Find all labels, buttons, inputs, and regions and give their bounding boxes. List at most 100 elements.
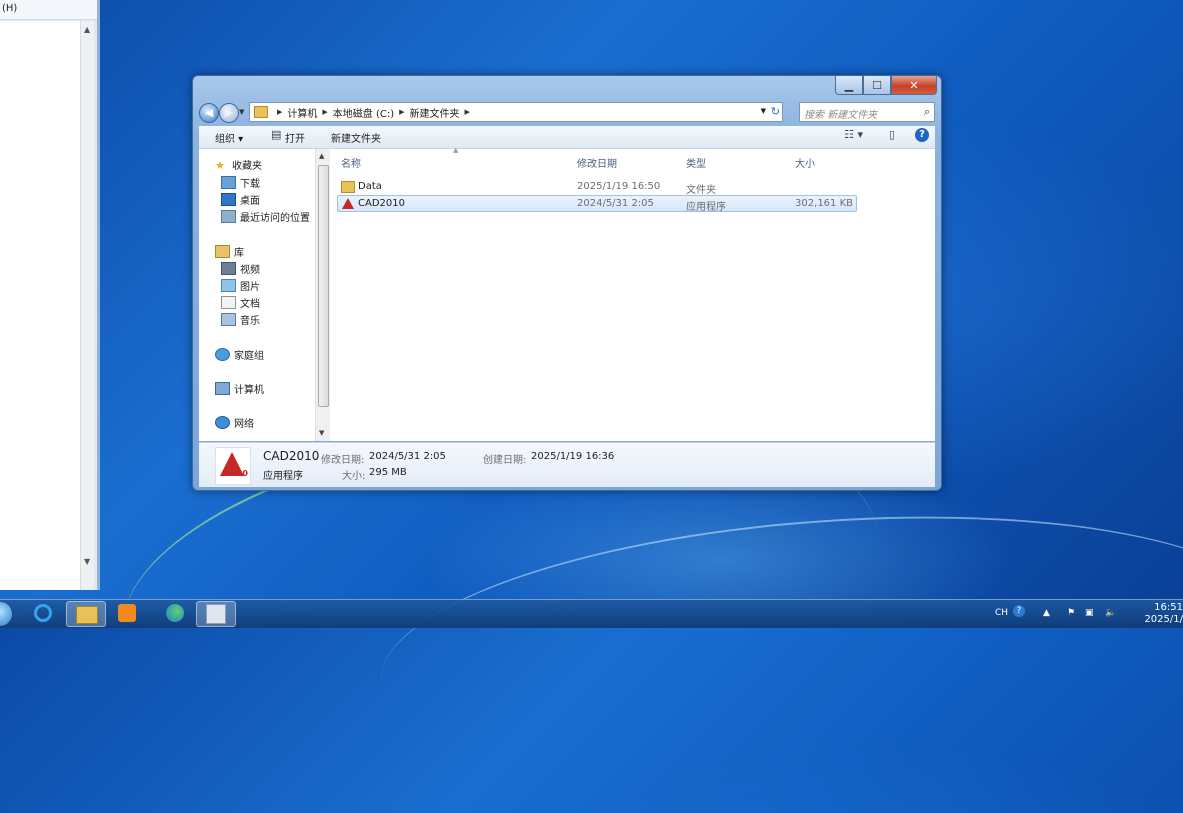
breadcrumb-drive-c[interactable]: 本地磁盘 (C:) [333,105,394,120]
open-icon[interactable]: ▤ [271,128,281,141]
scroll-up-icon[interactable]: ▲ [319,152,324,160]
taskbar: CH ? ▲ ⚑ ▣ 🔈 16:51 2025/1/ [0,599,1183,628]
file-size: 302,161 KB [795,198,853,209]
column-modified[interactable]: 修改日期 [577,155,617,170]
nav-desktop-label: 桌面 [240,196,260,207]
autocad-icon: 2010 [215,447,251,485]
media-player-icon[interactable] [118,604,136,622]
search-input[interactable]: 搜索 新建文件夹 ⌕ [799,102,935,122]
details-filetype: 应用程序 [263,471,303,482]
nav-downloads[interactable]: 下载 [221,175,260,190]
details-created-label: 创建日期: [483,455,527,466]
refresh-icon[interactable]: ↻ [771,105,780,118]
nav-homegroup[interactable]: 家庭组 [215,347,264,362]
close-button[interactable]: ✕ [891,76,937,95]
nav-libraries[interactable]: 库 [215,244,244,259]
open-button[interactable]: 打开 [285,130,305,145]
edge-icon[interactable] [166,604,184,622]
file-explorer-icon[interactable] [76,606,98,624]
column-name[interactable]: 名称 [341,155,361,170]
music-library-icon [221,313,236,326]
file-row-data[interactable]: Data 2025/1/19 16:50 文件夹 [337,178,857,196]
nav-network[interactable]: 网络 [215,415,254,430]
volume-icon[interactable]: 🔈 [1105,608,1116,618]
explorer-window[interactable]: ▁ ☐ ✕ ◀ ▶ ▼ ▶ 计算机 ▶ 本地磁盘 (C:) ▶ 新建文件夹 ▶ … [192,75,942,491]
libraries-icon [215,245,230,258]
chevron-right-icon[interactable]: ▶ [322,108,327,116]
window-caption-buttons: ▁ ☐ ✕ [835,76,937,95]
file-type: 文件夹 [686,185,716,196]
background-window[interactable]: (H) ▲ ▼ [0,0,100,590]
nav-documents[interactable]: 文档 [221,295,260,310]
action-center-flag-icon[interactable]: ⚑ [1067,608,1075,618]
clock[interactable]: 16:51 2025/1/ [1143,602,1183,626]
chevron-right-icon[interactable]: ▶ [399,108,404,116]
address-dropdown-icon[interactable]: ▼ [761,107,766,115]
network-icon [215,416,230,429]
folder-icon [254,106,268,118]
navigation-pane-scrollbar[interactable]: ▲ ▼ [315,149,330,441]
nav-music[interactable]: 音乐 [221,312,260,327]
column-size[interactable]: 大小 [795,155,815,170]
start-button[interactable] [0,602,12,626]
notepad-icon[interactable] [206,604,226,624]
chevron-right-icon[interactable]: ▶ [277,108,282,116]
breadcrumb[interactable]: ▶ 计算机 ▶ 本地磁盘 (C:) ▶ 新建文件夹 ▶ ▼ ↻ [249,102,783,122]
column-type[interactable]: 类型 [686,155,706,170]
scroll-thumb[interactable] [318,165,329,407]
nav-computer[interactable]: 计算机 [215,381,264,396]
nav-desktop[interactable]: 桌面 [221,192,260,207]
star-icon: ★ [215,159,225,172]
picture-library-icon [221,279,236,292]
search-icon[interactable]: ⌕ [924,105,930,119]
back-button[interactable]: ◀ [199,103,219,123]
file-row-cad2010[interactable]: CAD2010 2024/5/31 2:05 应用程序 302,161 KB [337,195,857,213]
help-icon[interactable]: ? [915,128,929,142]
nav-videos-label: 视频 [240,265,260,276]
file-modified: 2025/1/19 16:50 [577,181,661,192]
new-folder-button[interactable]: 新建文件夹 [331,130,381,145]
view-options-icon[interactable]: ☷ ▾ [844,128,863,141]
scroll-down-icon[interactable]: ▼ [84,557,90,566]
homegroup-icon [215,348,230,361]
scroll-up-icon[interactable]: ▲ [84,25,90,34]
breadcrumb-new-folder[interactable]: 新建文件夹 [410,105,460,120]
breadcrumb-computer[interactable]: 计算机 [287,105,317,120]
command-bar: 组织 ▾ ▤ 打开 新建文件夹 ☷ ▾ ▯ ? [199,126,935,149]
desktop-icon [221,193,236,206]
background-window-scrollbar[interactable]: ▲ ▼ [80,21,94,590]
address-row: ◀ ▶ ▼ ▶ 计算机 ▶ 本地磁盘 (C:) ▶ 新建文件夹 ▶ ▼ ↻ 搜索… [199,102,935,124]
recent-pages-dropdown-icon[interactable]: ▼ [239,108,244,116]
details-size-value: 295 MB [369,467,407,478]
recent-places-icon [221,210,236,223]
video-library-icon [221,262,236,275]
file-name: CAD2010 [358,198,405,209]
nav-favorites[interactable]: ★ 收藏夹 [215,157,262,172]
download-folder-icon [221,176,236,189]
nav-videos[interactable]: 视频 [221,261,260,276]
sort-indicator-icon: ▲ [453,146,459,154]
chevron-right-icon[interactable]: ▶ [465,108,470,116]
details-created-value: 2025/1/19 16:36 [531,451,615,462]
preview-pane-icon[interactable]: ▯ [889,128,895,141]
details-size-label: 大小: [342,471,366,482]
background-window-menu[interactable]: (H) [0,0,97,20]
internet-explorer-icon[interactable] [34,604,52,622]
nav-libraries-label: 库 [234,248,244,259]
nav-pictures[interactable]: 图片 [221,278,260,293]
forward-button[interactable]: ▶ [219,103,239,123]
details-pane: 2010 CAD2010 应用程序 修改日期: 2024/5/31 2:05 创… [199,442,935,487]
organize-button[interactable]: 组织 ▾ [215,130,243,145]
minimize-button[interactable]: ▁ [835,76,863,95]
details-modified-label: 修改日期: [321,455,365,466]
scroll-down-icon[interactable]: ▼ [319,429,324,437]
show-hidden-icons-icon[interactable]: ▲ [1043,608,1050,618]
input-language[interactable]: CH [995,608,1008,618]
network-icon[interactable]: ▣ [1085,608,1094,618]
help-icon[interactable]: ? [1013,605,1025,617]
details-filename: CAD2010 [263,449,320,463]
maximize-button[interactable]: ☐ [863,76,891,95]
nav-homegroup-label: 家庭组 [234,351,264,362]
nav-recent-label: 最近访问的位置 [240,213,310,224]
nav-recent-places[interactable]: 最近访问的位置 [221,209,310,224]
